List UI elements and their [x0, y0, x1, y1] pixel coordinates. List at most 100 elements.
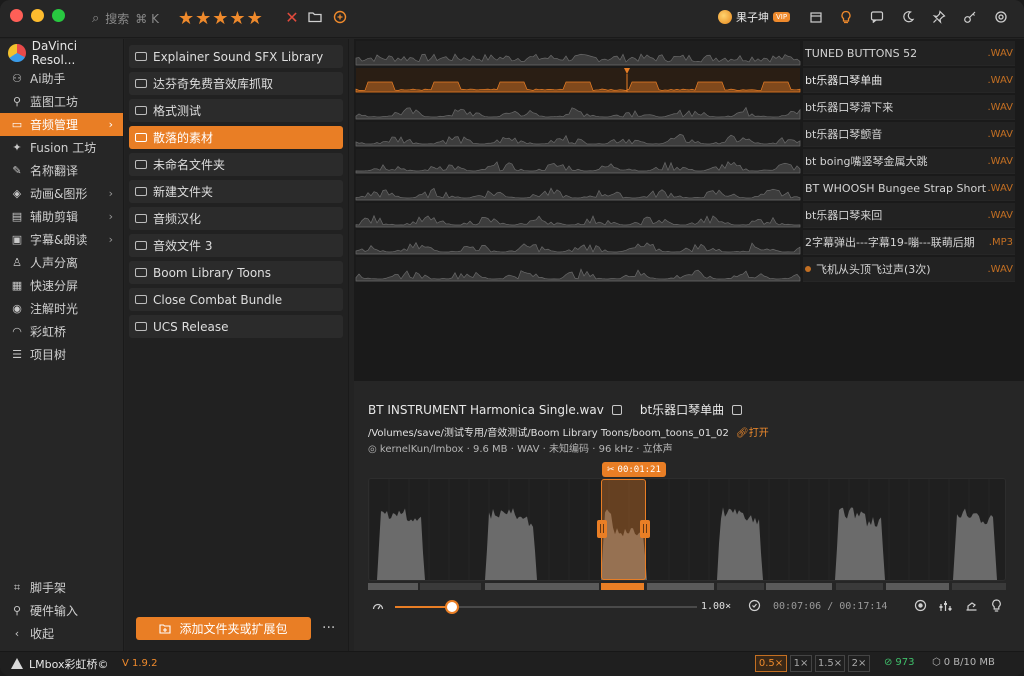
message-icon[interactable]: [869, 10, 885, 26]
search-box[interactable]: ⌕ 搜索 ⌘ K: [92, 10, 159, 27]
copy-alias-icon[interactable]: [732, 404, 743, 415]
timeline-segment[interactable]: [836, 583, 883, 590]
folder-item[interactable]: 新建文件夹: [129, 180, 343, 203]
timeline-segment[interactable]: [952, 583, 1006, 590]
sidebar-item-10[interactable]: ◉ 注解时光: [0, 297, 123, 320]
brand-logo-icon: [11, 658, 23, 669]
timeline-segment[interactable]: [368, 583, 418, 590]
fusion-icon: ✦: [12, 141, 22, 154]
timeline-segment[interactable]: [766, 583, 832, 590]
timeline-segment[interactable]: [420, 583, 481, 590]
folder-icon: [135, 187, 147, 196]
star-icon[interactable]: ★: [247, 8, 264, 29]
minimize-window-button[interactable]: [31, 9, 44, 22]
track-row[interactable]: bt乐器口琴滑下来 .WAV: [803, 95, 1015, 120]
more-options-button[interactable]: ···: [322, 620, 335, 636]
close-window-button[interactable]: [10, 9, 23, 22]
track-row[interactable]: bt boing嘴竖琴金属大跳 .WAV: [803, 149, 1015, 174]
folder-label: 散落的素材: [153, 131, 214, 145]
sidebar-item-8[interactable]: ♙ 人声分离: [0, 251, 123, 274]
star-icon[interactable]: ★: [178, 8, 195, 29]
folder-item[interactable]: 音频汉化: [129, 207, 343, 230]
timeline-segment[interactable]: [485, 583, 599, 590]
time-marker[interactable]: ✂ 00:01:21: [602, 462, 666, 477]
speed-slider-handle[interactable]: [445, 600, 460, 614]
pin-icon[interactable]: [931, 10, 947, 26]
zoom-option[interactable]: 2×: [848, 655, 870, 672]
moon-icon[interactable]: [900, 10, 916, 26]
timeline-segment[interactable]: [647, 583, 714, 590]
store-icon[interactable]: [808, 10, 824, 26]
sidebar-item-7[interactable]: ▣ 字幕&朗读 ›: [0, 228, 123, 251]
sidebar-item-1[interactable]: ⚲ 蓝图工坊: [0, 90, 123, 113]
sidebar-item-0[interactable]: ⚇ Ai助手: [0, 67, 123, 90]
track-row[interactable]: 2字幕弹出---字幕19-嘣---联萌后期 .MP3: [803, 230, 1015, 255]
scaffold-icon: ⌗: [13, 580, 21, 594]
mixer-icon[interactable]: [939, 599, 952, 615]
sidebar-item-2[interactable]: ‹ 收起: [0, 622, 124, 645]
star-icon[interactable]: ★: [195, 8, 212, 29]
selection-start-handle[interactable]: ||: [597, 520, 607, 538]
sidebar-item-1[interactable]: ⚲ 硬件输入: [0, 599, 124, 622]
sidebar-item-12[interactable]: ☰ 项目树: [0, 343, 123, 366]
track-row[interactable]: bt乐器口琴来回 .WAV: [803, 203, 1015, 228]
folder-item[interactable]: 格式测试: [129, 99, 343, 122]
rating-stars[interactable]: ★★★★★: [178, 8, 264, 29]
zoom-option[interactable]: 1×: [790, 655, 812, 672]
folder-item[interactable]: 未命名文件夹: [129, 153, 343, 176]
open-link[interactable]: 🔗︎打开: [736, 428, 769, 439]
folder-item[interactable]: 音效文件 3: [129, 234, 343, 257]
settings-icon[interactable]: [993, 10, 1009, 26]
sidebar-item-6[interactable]: ▤ 辅助剪辑 ›: [0, 205, 123, 228]
sidebar-item-0[interactable]: ⌗ 脚手架: [0, 576, 124, 599]
folder-item[interactable]: Boom Library Toons: [129, 261, 343, 284]
folder-item[interactable]: Explainer Sound SFX Library: [129, 45, 343, 68]
selection-end-handle[interactable]: ||: [640, 520, 650, 538]
speed-slider[interactable]: [395, 600, 697, 614]
selection-region[interactable]: || ||: [597, 479, 650, 580]
zoom-option[interactable]: 1.5×: [815, 655, 845, 672]
file-path-row: /Volumes/save/测试专用/音效测试/Boom Library Too…: [368, 424, 769, 439]
bulb-icon[interactable]: [990, 599, 1003, 615]
copy-filename-icon[interactable]: [611, 404, 622, 415]
timeline-segment[interactable]: [886, 583, 949, 590]
sidebar-item-3[interactable]: ✦ Fusion 工坊: [0, 136, 123, 159]
sidebar-item-5[interactable]: ◈ 动画&图形 ›: [0, 182, 123, 205]
star-icon[interactable]: ★: [229, 8, 246, 29]
tag-icon[interactable]: [332, 10, 348, 26]
lightbulb-icon[interactable]: [838, 10, 854, 26]
zoom-option[interactable]: 0.5×: [755, 655, 787, 672]
loop-icon[interactable]: [748, 599, 761, 615]
clear-rating-icon[interactable]: ✕: [284, 10, 300, 26]
star-icon[interactable]: ★: [212, 8, 229, 29]
search-shortcut: ⌘ K: [135, 11, 159, 26]
add-folder-button[interactable]: 添加文件夹或扩展包: [136, 617, 311, 640]
timeline-segment[interactable]: [717, 583, 764, 590]
track-row[interactable]: BT WHOOSH Bungee Strap Short .WAV: [803, 176, 1015, 201]
track-row[interactable]: bt乐器口琴单曲 .WAV: [803, 68, 1015, 93]
folder-item[interactable]: Close Combat Bundle: [129, 288, 343, 311]
maximize-window-button[interactable]: [52, 9, 65, 22]
user-profile[interactable]: 果子坤 VIP: [718, 9, 791, 25]
record-icon[interactable]: [914, 599, 927, 615]
track-row[interactable]: TUNED BUTTONS 52 .WAV: [803, 41, 1015, 66]
chevron-right-icon: ›: [108, 187, 113, 200]
track-row[interactable]: 飞机从头顶飞过声(3次) .WAV: [803, 257, 1015, 282]
timeline-segment[interactable]: [601, 583, 644, 590]
app-selector[interactable]: DaVinci Resol...: [0, 39, 123, 67]
sidebar-item-9[interactable]: ▦ 快速分屏: [0, 274, 123, 297]
folder-item[interactable]: UCS Release: [129, 315, 343, 338]
hand-icon[interactable]: [965, 599, 978, 615]
playback-controls: 1.00× 00:07:06 / 00:17:14: [368, 599, 1006, 615]
folder-item[interactable]: 散落的素材: [129, 126, 343, 149]
segment-timeline[interactable]: [368, 583, 1006, 590]
folder-icon[interactable]: [307, 10, 323, 26]
folder-item[interactable]: 达芬奇免费音效库抓取: [129, 72, 343, 95]
vip-badge: VIP: [773, 12, 791, 22]
track-row[interactable]: bt乐器口琴颤音 .WAV: [803, 122, 1015, 147]
sidebar-item-2[interactable]: ▭ 音频管理 ›: [0, 113, 123, 136]
key-icon[interactable]: [962, 10, 978, 26]
sidebar-item-4[interactable]: ✎ 名称翻译: [0, 159, 123, 182]
waveform-editor[interactable]: || ||: [368, 478, 1006, 581]
sidebar-item-11[interactable]: ◠ 彩虹桥: [0, 320, 123, 343]
